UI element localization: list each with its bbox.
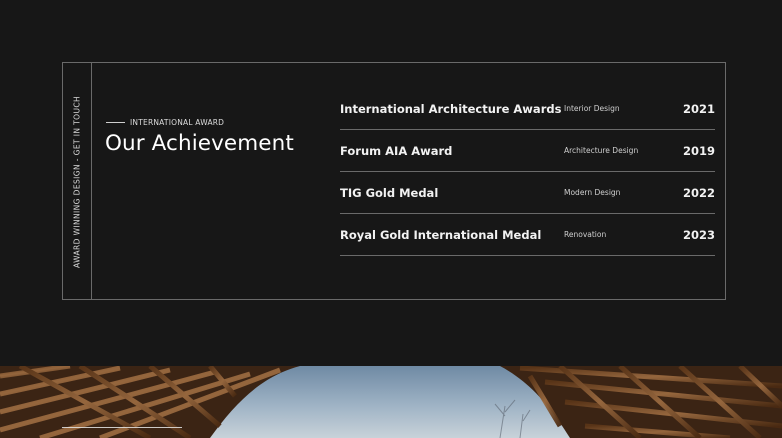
award-row[interactable]: Forum AIA Award Architecture Design 2019 — [340, 130, 715, 172]
side-label[interactable]: AWARD WINNING DESIGN - GET IN TOUCH — [73, 96, 82, 268]
award-name: Forum AIA Award — [340, 144, 453, 158]
eyebrow-text: INTERNATIONAL AWARD — [130, 118, 225, 127]
award-category: Renovation — [564, 230, 607, 239]
section-eyebrow: INTERNATIONAL AWARD — [106, 118, 224, 127]
award-year: 2021 — [682, 102, 715, 116]
award-category: Interior Design — [564, 104, 620, 113]
award-name: TIG Gold Medal — [340, 186, 439, 200]
award-name: Royal Gold International Medal — [340, 228, 542, 242]
slider-progress-line — [62, 427, 182, 428]
award-row[interactable]: International Architecture Awards Interi… — [340, 88, 715, 130]
award-row[interactable]: Royal Gold International Medal Renovatio… — [340, 214, 715, 256]
section-title: Our Achievement — [105, 131, 294, 156]
award-name: International Architecture Awards — [340, 102, 562, 116]
achievement-panel: AWARD WINNING DESIGN - GET IN TOUCH INTE… — [62, 62, 726, 300]
award-category: Architecture Design — [564, 146, 639, 155]
side-rail: AWARD WINNING DESIGN - GET IN TOUCH — [63, 63, 92, 299]
award-category: Modern Design — [564, 188, 621, 197]
award-year: 2022 — [682, 186, 715, 200]
award-row[interactable]: TIG Gold Medal Modern Design 2022 — [340, 172, 715, 214]
award-year: 2019 — [682, 144, 715, 158]
awards-list: International Architecture Awards Interi… — [340, 88, 715, 256]
award-year: 2023 — [682, 228, 715, 242]
eyebrow-line — [106, 122, 125, 123]
